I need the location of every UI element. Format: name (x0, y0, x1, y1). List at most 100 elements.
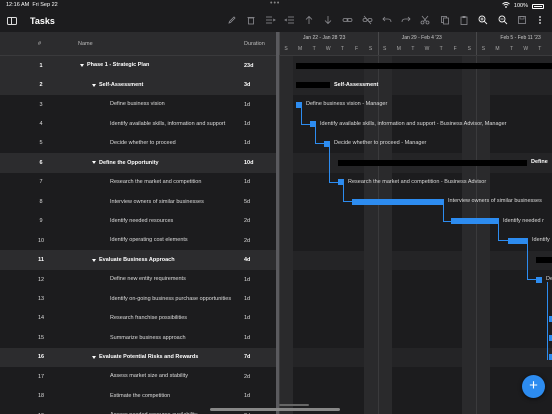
day-label: M (298, 46, 303, 52)
cut-icon[interactable] (419, 15, 431, 27)
task-duration[interactable]: 7d (244, 348, 250, 367)
task-name[interactable]: Summarize business approach (110, 328, 238, 347)
task-name[interactable]: Define business vision (110, 95, 238, 114)
task-duration[interactable]: 1d (244, 95, 250, 114)
day-label: T (538, 46, 542, 52)
task-name-text: Define business vision (110, 101, 165, 108)
sidebar-toggle-icon[interactable] (7, 17, 17, 25)
column-header-name[interactable]: Name (78, 41, 93, 47)
task-duration[interactable]: 5d (244, 192, 250, 211)
chevron-down-icon[interactable] (80, 64, 84, 68)
table-row[interactable]: 1 Phase 1 - Strategic Plan 23d (0, 56, 276, 76)
move-up-icon[interactable] (303, 15, 315, 27)
move-down-icon[interactable] (322, 15, 334, 27)
paste-icon[interactable] (458, 15, 470, 27)
task-name[interactable]: Define new entity requirements (110, 270, 238, 289)
task-name[interactable]: Self-Assessment (92, 75, 238, 94)
table-row[interactable]: 11 Evaluate Business Approach 4d (0, 250, 276, 270)
task-bar[interactable] (352, 198, 444, 205)
task-duration[interactable]: 23d (244, 56, 253, 75)
unlink-icon[interactable] (361, 15, 373, 27)
task-name[interactable]: Estimate the competition (110, 386, 238, 405)
task-duration[interactable]: 1d (244, 309, 250, 328)
day-label: S (481, 46, 486, 52)
summary-bar[interactable] (296, 62, 552, 69)
task-name[interactable]: Assess market size and stability (110, 367, 238, 386)
dependency-link (343, 201, 352, 203)
link-icon[interactable] (341, 15, 353, 27)
copy-icon[interactable] (439, 15, 451, 27)
table-row[interactable]: 5 Decide whether to proceed 1d (0, 134, 276, 153)
task-duration[interactable]: 1d (244, 328, 250, 347)
table-row[interactable]: 6 Define the Opportunity 10d (0, 153, 276, 173)
task-bar[interactable] (536, 276, 542, 283)
task-duration[interactable]: 1d (244, 386, 250, 405)
task-name[interactable]: Decide whether to proceed (110, 134, 238, 153)
redo-icon[interactable] (400, 15, 412, 27)
table-row[interactable]: 14 Research franchise possibilities 1d (0, 309, 276, 328)
task-duration[interactable]: 1d (244, 270, 250, 289)
table-row[interactable]: 8 Interview owners of similar businesses 5… (0, 192, 276, 211)
task-name[interactable]: Evaluate Potential Risks and Rewards (92, 348, 238, 367)
table-row[interactable]: 9 Identify needed resources 2d (0, 212, 276, 231)
task-bar[interactable] (508, 237, 528, 244)
table-row[interactable]: 16 Evaluate Potential Risks and Rewards 7d (0, 347, 276, 367)
table-row[interactable]: 4 Identify available skills, information … (0, 114, 276, 133)
save-icon[interactable] (516, 15, 528, 27)
table-row[interactable]: 12 Define new entity requirements 1d (0, 270, 276, 289)
task-name[interactable]: Evaluate Business Approach (92, 250, 238, 269)
task-duration[interactable]: 1d (244, 114, 250, 133)
task-duration[interactable]: 1d (244, 134, 250, 153)
table-row[interactable]: 17 Assess market size and stability 2d (0, 367, 276, 386)
task-name[interactable]: Identify needed resources (110, 212, 238, 231)
more-icon[interactable] (534, 15, 546, 27)
indent-icon[interactable] (283, 15, 295, 27)
zoom-in-icon[interactable] (477, 15, 489, 27)
summary-bar[interactable] (536, 257, 552, 264)
chevron-down-icon[interactable] (92, 258, 96, 262)
task-name[interactable]: Research franchise possibilities (110, 309, 238, 328)
table-row[interactable]: 2 Self-Assessment 3d (0, 75, 276, 95)
table-row[interactable]: 10 Identify operating cost elements 2d (0, 231, 276, 250)
column-header-number[interactable]: # (38, 41, 41, 47)
task-name-text: Evaluate Potential Risks and Rewards (99, 354, 199, 361)
horizontal-scrollbar[interactable] (279, 404, 309, 406)
task-name[interactable]: Identify operating cost elements (110, 231, 238, 250)
task-duration[interactable]: 2d (244, 367, 250, 386)
chevron-down-icon[interactable] (92, 83, 96, 87)
column-header-duration[interactable]: Duration (244, 41, 265, 47)
table-row[interactable]: 3 Define business vision 1d (0, 95, 276, 114)
pencil-icon[interactable] (226, 15, 238, 27)
table-row[interactable]: 7 Research the market and competition 1d (0, 173, 276, 192)
undo-icon[interactable] (381, 15, 393, 27)
table-row[interactable]: 18 Estimate the competition 1d (0, 386, 276, 405)
outdent-icon[interactable] (264, 15, 276, 27)
trash-icon[interactable] (245, 15, 257, 27)
summary-bar[interactable] (296, 82, 330, 89)
task-duration[interactable]: 3d (244, 75, 250, 94)
task-duration[interactable]: 2d (244, 231, 250, 250)
table-row[interactable]: 13 Identify on-going business purchase op… (0, 289, 276, 308)
task-name[interactable]: Define the Opportunity (92, 153, 238, 172)
weekend-column (279, 56, 294, 414)
add-task-button[interactable]: + (522, 375, 545, 398)
task-duration[interactable]: 10d (244, 153, 253, 172)
task-duration[interactable]: 1d (244, 289, 250, 308)
task-name[interactable]: Research the market and competition (110, 173, 238, 192)
task-name[interactable]: Identify available skills, information a… (110, 114, 238, 133)
dependency-link (329, 143, 330, 183)
task-bar[interactable] (451, 218, 499, 225)
task-duration[interactable]: 1d (244, 173, 250, 192)
task-name[interactable]: Interview owners of similar businesses (110, 192, 238, 211)
chevron-down-icon[interactable] (92, 355, 96, 359)
multitasking-dots[interactable]: ••• (270, 0, 280, 7)
zoom-out-icon[interactable] (497, 15, 509, 27)
task-duration[interactable]: 4d (244, 250, 250, 269)
summary-bar[interactable] (338, 159, 527, 166)
chevron-down-icon[interactable] (92, 161, 96, 165)
task-duration[interactable]: 2d (244, 212, 250, 231)
task-name[interactable]: Identify on-going business purchase oppo… (110, 289, 238, 308)
table-row[interactable]: 15 Summarize business approach 1d (0, 328, 276, 347)
summary-row-stripe (279, 347, 552, 368)
task-name[interactable]: Phase 1 - Strategic Plan (80, 56, 238, 75)
